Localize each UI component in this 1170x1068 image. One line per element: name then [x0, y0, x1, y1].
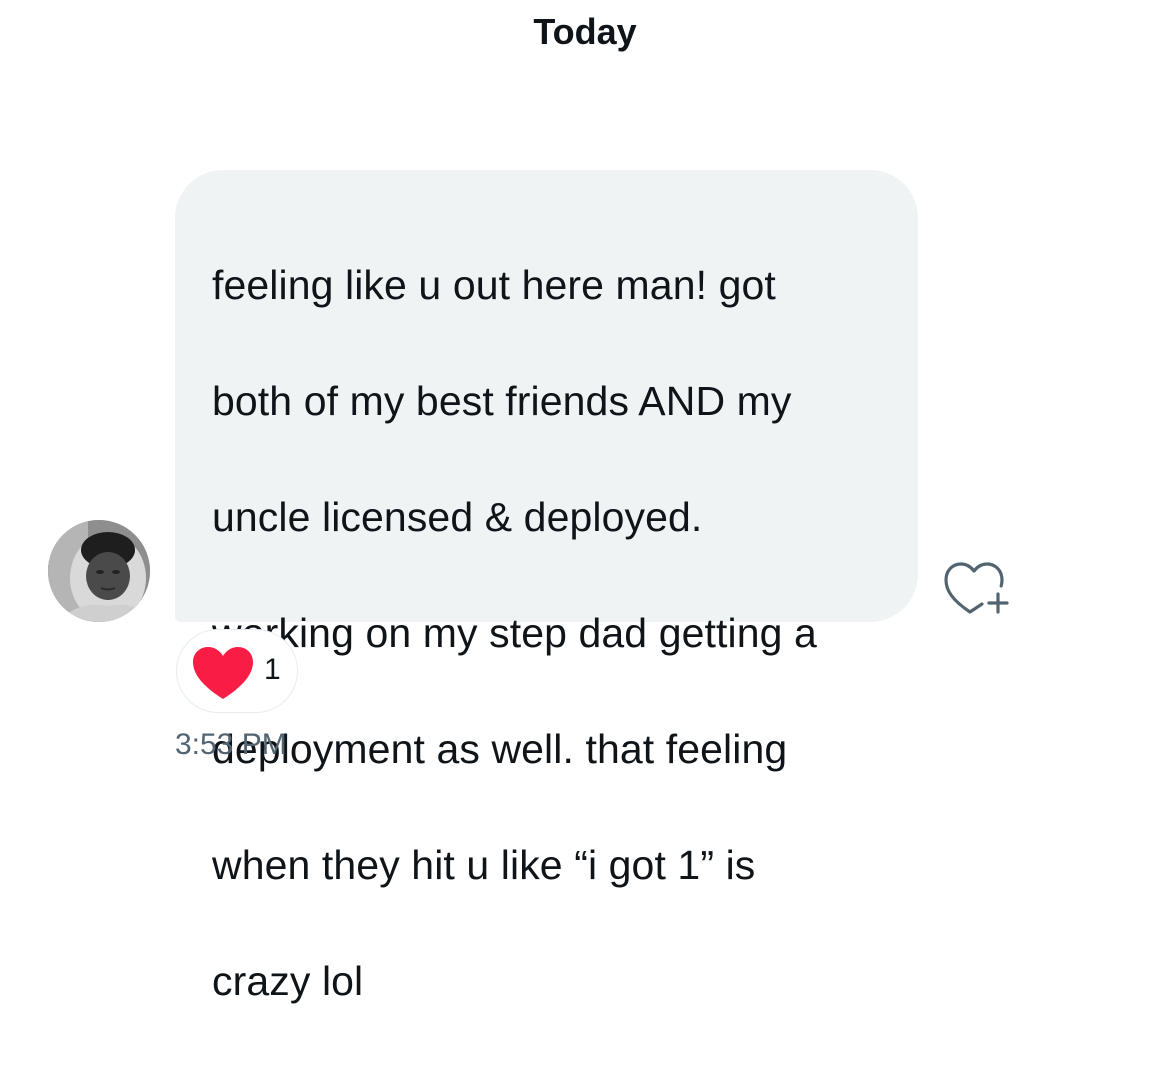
message-line: feeling like u out here man! got [212, 262, 776, 308]
day-separator: Today [533, 11, 637, 52]
add-reaction-button[interactable] [942, 556, 1014, 616]
message-timestamp: 3:53 PM [175, 728, 287, 761]
message-bubble[interactable]: feeling like u out here man! got both of… [175, 170, 918, 1004]
message-line: crazy lol [212, 958, 364, 1004]
message-line: both of my best friends AND my [212, 378, 792, 424]
sender-avatar[interactable] [48, 520, 150, 622]
heart-plus-icon [944, 562, 1009, 614]
message-line: when they hit u like “i got 1” is [212, 842, 756, 888]
heart-icon [193, 647, 253, 699]
message-text: feeling like u out here man! got both of… [212, 198, 882, 1068]
message-line: working on my step dad getting a [212, 610, 817, 656]
reaction-pill[interactable]: 1 [176, 629, 298, 713]
reaction-count: 1 [264, 653, 281, 686]
message-line: uncle licensed & deployed. [212, 494, 703, 540]
message-line: deployment as well. that feeling [212, 726, 788, 772]
